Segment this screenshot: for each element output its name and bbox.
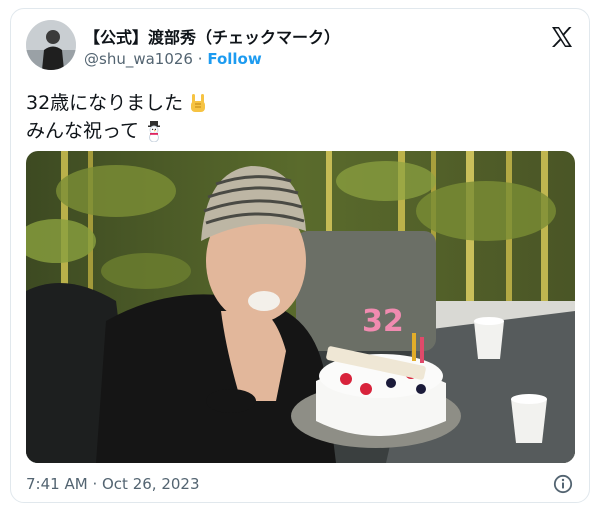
tweet-text: 32歳になりました みんな祝って (26, 89, 209, 145)
tweet-line-2: みんな祝って (26, 117, 209, 145)
candle-text: 32 (362, 304, 404, 339)
snowman-emoji-icon (143, 120, 165, 143)
follow-button[interactable]: Follow (207, 50, 261, 68)
tweet-time: 7:41 AM (26, 475, 88, 493)
tweet-photo[interactable]: 32 (26, 151, 575, 463)
candle-numbers: 32 (362, 304, 404, 339)
display-name[interactable]: 【公式】渡部秀（チェックマーク） (84, 24, 340, 48)
avatar[interactable] (26, 20, 76, 70)
x-logo-icon[interactable] (550, 25, 574, 49)
tweet-line-1-text: 32歳になりました (26, 92, 184, 114)
tweet-line-1: 32歳になりました (26, 89, 209, 117)
separator: · (197, 50, 203, 68)
timestamp-separator: · (92, 475, 98, 493)
timestamp[interactable]: 7:41 AM · Oct 26, 2023 (26, 475, 200, 493)
handle[interactable]: @shu_wa1026 (84, 50, 193, 68)
info-icon[interactable] (553, 474, 573, 494)
rock-on-hand-emoji-icon (187, 92, 209, 114)
tweet-line-2-text: みんな祝って (26, 120, 140, 142)
tweet-date: Oct 26, 2023 (102, 475, 200, 493)
handle-row: @shu_wa1026 · Follow (84, 50, 262, 68)
